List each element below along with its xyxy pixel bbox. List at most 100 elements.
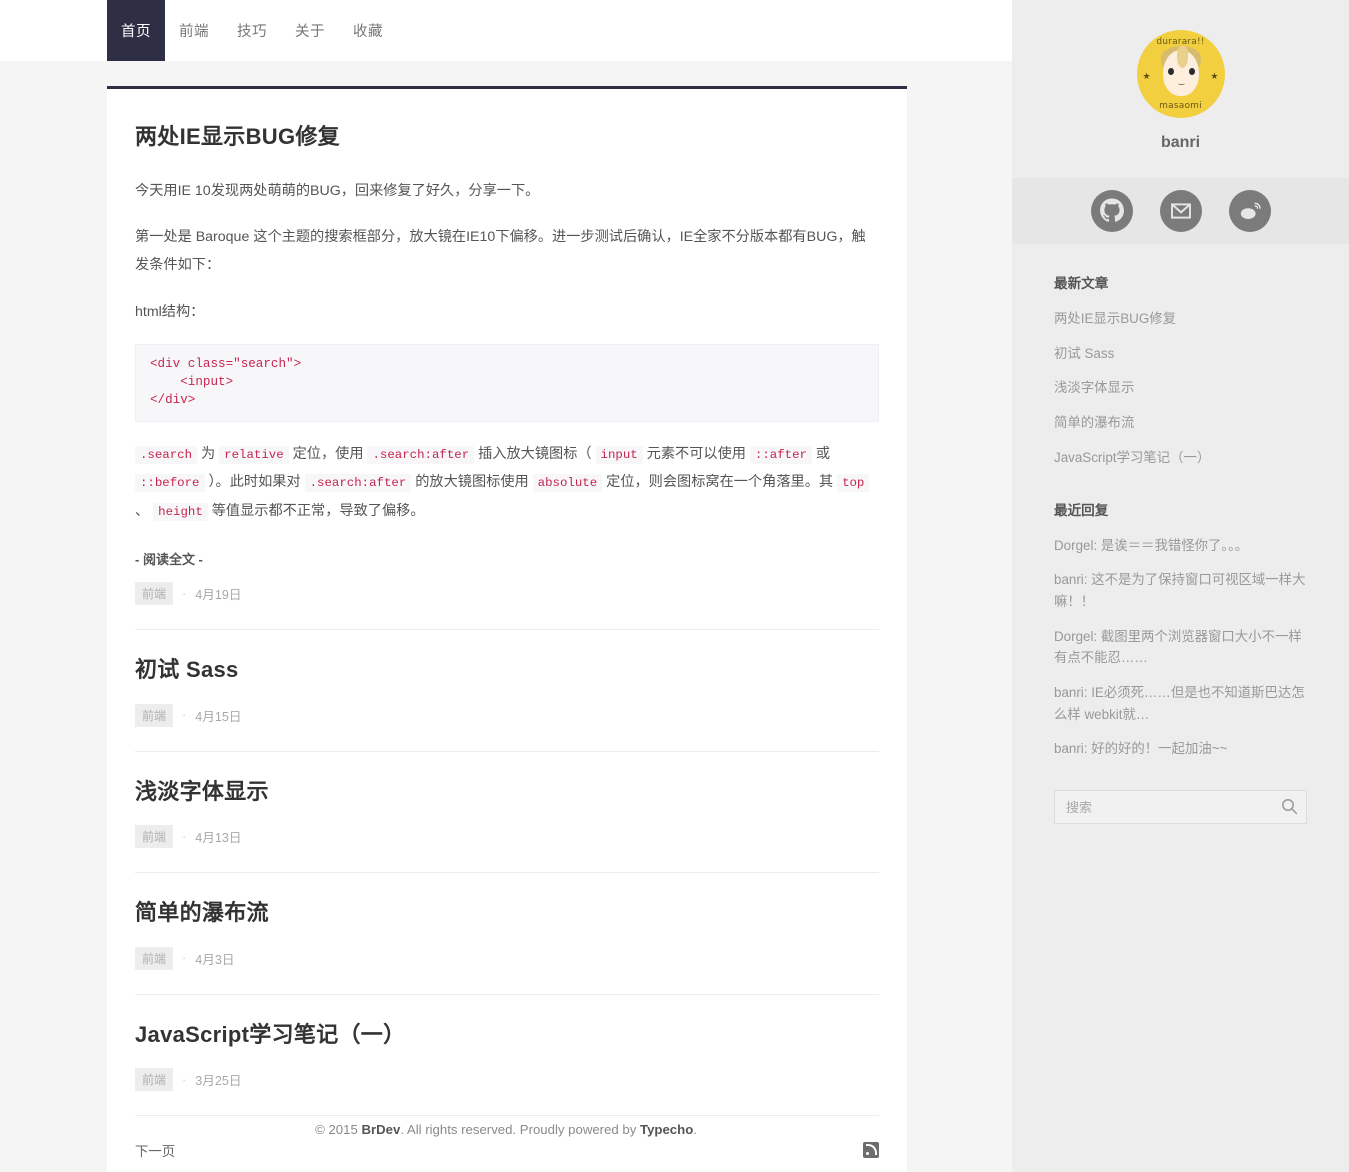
star-icon-right: ★ — [1210, 71, 1219, 81]
footer-site-name[interactable]: BrDev — [361, 1122, 400, 1137]
avatar[interactable]: durarara!! masaomi ★ ★ — [1136, 30, 1225, 118]
featured-post-meta: 前端 · 4月19日 — [135, 582, 879, 629]
post-date: 3月25日 — [195, 1074, 242, 1089]
featured-paragraph-2: 第一处是 Baroque 这个主题的搜索框部分，放大镜在IE10下偏移。进一步测… — [135, 229, 866, 274]
category-badge[interactable]: 前端 — [135, 946, 174, 970]
inline-code-before: ::before — [135, 474, 205, 493]
category-badge[interactable]: 前端 — [135, 703, 174, 727]
post-title[interactable]: 简单的瀑布流 — [135, 899, 879, 928]
inline-text-9: 、 — [135, 502, 154, 519]
footer-prefix: © 2015 — [315, 1122, 362, 1137]
star-icon-left: ★ — [1142, 71, 1151, 81]
sidebar-widgets: 最新文章 两处IE显示BUG修复 初试 Sass 浅淡字体显示 简单的瀑布流 J… — [1012, 244, 1349, 825]
inline-code-search: .search — [135, 445, 198, 464]
post-title[interactable]: 浅淡字体显示 — [135, 778, 879, 807]
post-meta: 前端 · 3月25日 — [135, 1068, 879, 1115]
read-more-link[interactable]: - 阅读全文 - — [135, 549, 203, 568]
github-icon[interactable] — [1090, 190, 1133, 232]
list-item[interactable]: JavaScript学习笔记（一） — [1054, 447, 1307, 469]
inline-code-absolute: absolute — [532, 474, 603, 493]
widget-search — [1054, 790, 1307, 825]
meta-separator: · — [182, 951, 187, 966]
avatar-top-text: durarara!! — [1156, 37, 1205, 47]
inline-code-input: input — [595, 445, 643, 464]
nav-item-home[interactable]: 首页 — [107, 0, 165, 61]
list-item[interactable]: banri: 这不是为了保持窗口可视区域一样大嘛！！ — [1054, 569, 1307, 612]
avatar-fringe — [1176, 46, 1188, 68]
post-title[interactable]: 初试 Sass — [135, 656, 879, 685]
primary-navigation: 首页 前端 技巧 关于 收藏 — [107, 0, 397, 61]
list-item[interactable]: banri: IE必须死……但是也不知道斯巴达怎么样 webkit就… — [1054, 682, 1307, 725]
site-footer: © 2015 BrDev. All rights reserved. Proud… — [0, 1122, 1012, 1137]
inline-text-5: 或 — [811, 445, 831, 462]
inline-code-search-after: .search:after — [367, 445, 475, 464]
sidebar: durarara!! masaomi ★ ★ banri 最新文章 两处IE显示… — [1012, 0, 1349, 1172]
content-card: 两处IE显示BUG修复 今天用IE 10发现两处萌萌的BUG，回来修复了好久，分… — [107, 86, 907, 1172]
list-item[interactable]: 初试 Sass — [1054, 343, 1307, 365]
post-list-item: 初试 Sass 前端 · 4月15日 — [135, 629, 879, 751]
inline-text-4: 元素不可以使用 — [642, 445, 750, 462]
post-meta: 前端 · 4月15日 — [135, 703, 879, 751]
inline-text-2: 定位，使用 — [288, 445, 368, 462]
top-bar: 首页 前端 技巧 关于 收藏 — [0, 0, 1012, 61]
search-icon[interactable] — [1281, 798, 1298, 815]
widget-recent-posts: 最新文章 两处IE显示BUG修复 初试 Sass 浅淡字体显示 简单的瀑布流 J… — [1054, 272, 1307, 469]
footer-middle: . All rights reserved. Proudly powered b… — [400, 1122, 640, 1137]
footer-suffix: . — [693, 1122, 697, 1137]
content-card-inner: 两处IE显示BUG修复 今天用IE 10发现两处萌萌的BUG，回来修复了好久，分… — [107, 89, 907, 1172]
featured-paragraph-inline-code: .search 为 relative 定位，使用 .search:after 插… — [135, 440, 879, 525]
search-input[interactable] — [1054, 790, 1307, 825]
email-icon[interactable] — [1159, 190, 1202, 232]
inline-code-after: ::after — [749, 445, 812, 464]
inline-text-3: 插入放大镜图标（ — [474, 445, 596, 462]
inline-code-search-after-2: .search:after — [304, 474, 412, 493]
inline-text-7: 的放大镜图标使用 — [411, 474, 533, 491]
widget-recent-comments: 最近回复 Dorgel: 是诶＝＝我错怪你了。。。 banri: 这不是为了保持… — [1054, 499, 1307, 761]
post-list-item: JavaScript学习笔记（一） 前端 · 3月25日 — [135, 993, 879, 1116]
avatar-eye-right — [1188, 68, 1195, 75]
list-item[interactable]: Dorgel: 截图里两个浏览器窗口大小不一样有点不能忍…… — [1054, 626, 1307, 669]
main-column: 首页 前端 技巧 关于 收藏 两处IE显示BUG修复 今天用IE 10发现两处萌… — [0, 0, 1012, 1172]
meta-separator: · — [182, 708, 187, 723]
category-badge[interactable]: 前端 — [135, 582, 174, 606]
avatar-mouth — [1177, 82, 1185, 85]
weibo-icon[interactable] — [1228, 190, 1271, 232]
list-item[interactable]: 两处IE显示BUG修复 — [1054, 308, 1307, 330]
list-item[interactable]: 浅淡字体显示 — [1054, 377, 1307, 399]
inline-code-relative: relative — [219, 445, 289, 464]
nav-item-frontend[interactable]: 前端 — [165, 0, 223, 61]
list-item[interactable]: 简单的瀑布流 — [1054, 412, 1307, 434]
post-meta: 前端 · 4月3日 — [135, 946, 879, 994]
nav-item-tips[interactable]: 技巧 — [223, 0, 281, 61]
post-date: 4月13日 — [195, 831, 242, 846]
rss-icon[interactable] — [863, 1142, 879, 1159]
recent-comments-list: Dorgel: 是诶＝＝我错怪你了。。。 banri: 这不是为了保持窗口可视区… — [1054, 535, 1307, 761]
code-block-html: <div class="search"> <input> </div> — [135, 344, 879, 422]
post-date: 4月15日 — [195, 709, 242, 724]
profile-block: durarara!! masaomi ★ ★ banri — [1012, 0, 1349, 178]
next-page-link[interactable]: 下一页 — [135, 1140, 175, 1160]
nav-item-about[interactable]: 关于 — [281, 0, 339, 61]
footer-engine-name[interactable]: Typecho — [640, 1122, 693, 1137]
avatar-eye-left — [1167, 68, 1174, 75]
inline-code-top: top — [837, 474, 870, 493]
post-title[interactable]: JavaScript学习笔记（一） — [135, 1021, 879, 1050]
inline-code-height: height — [153, 502, 208, 521]
inline-text-6: ）。此时如果对 — [204, 474, 305, 491]
inline-text-1: 为 — [197, 445, 220, 462]
category-badge[interactable]: 前端 — [135, 1068, 174, 1092]
profile-username: banri — [1160, 134, 1201, 151]
inline-text-10: 等值显示都不正常，导致了偏移。 — [207, 502, 425, 519]
featured-post: 两处IE显示BUG修复 今天用IE 10发现两处萌萌的BUG，回来修复了好久，分… — [135, 123, 879, 629]
nav-item-favorites[interactable]: 收藏 — [339, 0, 397, 61]
recent-posts-list: 两处IE显示BUG修复 初试 Sass 浅淡字体显示 简单的瀑布流 JavaSc… — [1054, 308, 1307, 469]
meta-separator: · — [182, 586, 187, 601]
featured-post-title[interactable]: 两处IE显示BUG修复 — [135, 123, 879, 152]
page-root: 首页 前端 技巧 关于 收藏 两处IE显示BUG修复 今天用IE 10发现两处萌… — [0, 0, 1349, 1172]
post-list-item: 简单的瀑布流 前端 · 4月3日 — [135, 872, 879, 994]
category-badge[interactable]: 前端 — [135, 825, 174, 849]
list-item[interactable]: Dorgel: 是诶＝＝我错怪你了。。。 — [1054, 535, 1307, 557]
list-item[interactable]: banri: 好的好的！一起加油~~ — [1054, 738, 1307, 760]
post-list-item: 浅淡字体显示 前端 · 4月13日 — [135, 750, 879, 873]
inline-text-8: 定位，则会图标窝在一个角落里。其 — [602, 474, 838, 491]
